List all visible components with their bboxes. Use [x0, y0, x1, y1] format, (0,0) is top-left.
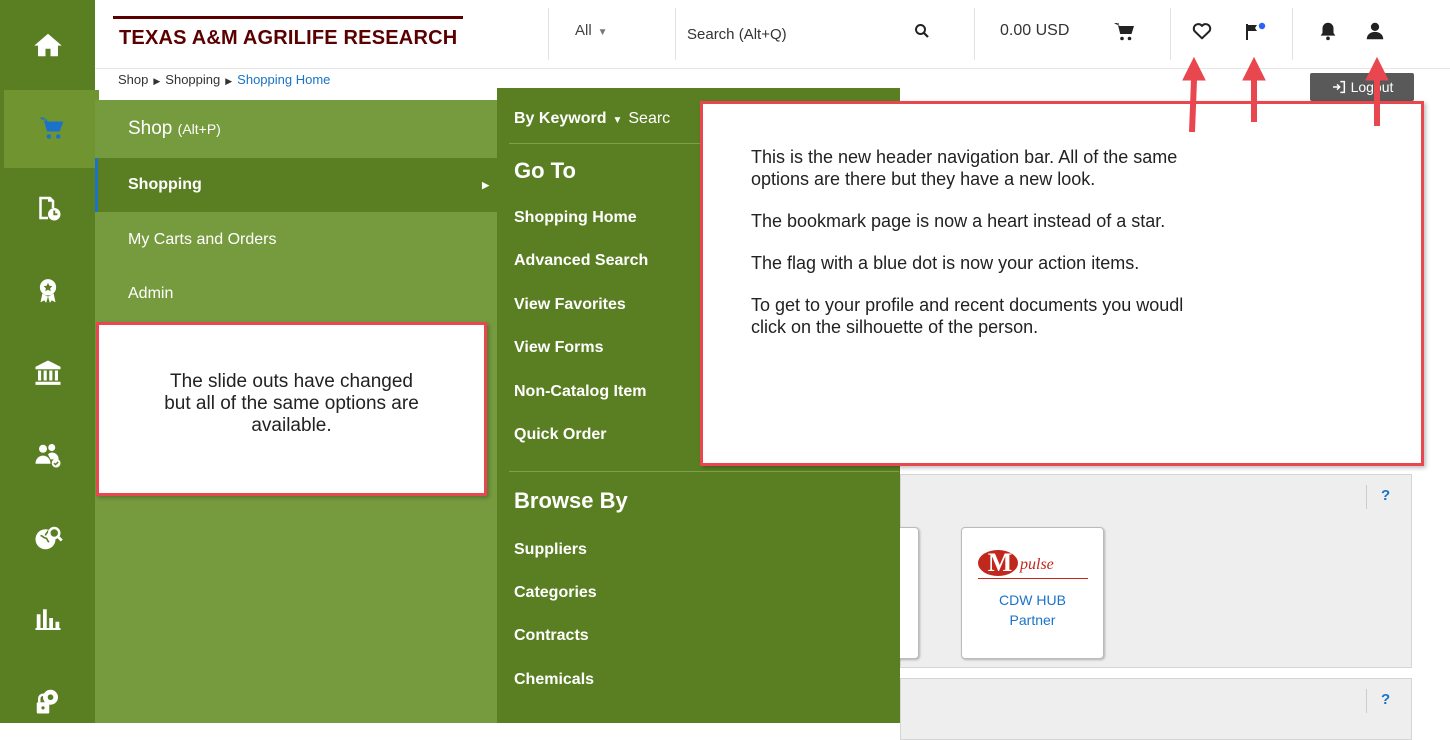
- link-categories[interactable]: Categories: [514, 584, 597, 602]
- breadcrumb: Shop ▶ Shopping ▶ Shopping Home: [118, 72, 330, 88]
- globe-search-icon: [35, 526, 63, 550]
- people-check-icon: [35, 444, 60, 468]
- menu-item-label: My Carts and Orders: [128, 231, 277, 248]
- home-icon: [33, 33, 62, 57]
- menu-item-my-carts-and-orders[interactable]: My Carts and Orders: [95, 213, 497, 267]
- search-scope-dropdown[interactable]: All ▼: [575, 22, 608, 39]
- documents-clock-icon: [38, 196, 60, 221]
- search-button[interactable]: [913, 22, 935, 44]
- browse-by-heading: Browse By: [514, 488, 628, 513]
- cdw-hub-tile[interactable]: M pulse CDW HUB Partner: [961, 527, 1104, 659]
- menu-item-admin[interactable]: Admin: [95, 267, 497, 321]
- breadcrumb-item[interactable]: Shop: [118, 72, 148, 87]
- divider: [509, 471, 899, 472]
- link-view-forms[interactable]: View Forms: [514, 339, 604, 357]
- mpulse-logo: M pulse: [978, 548, 1088, 580]
- link-contracts[interactable]: Contracts: [514, 627, 589, 645]
- awards-nav-button[interactable]: [0, 263, 95, 319]
- people-nav-button[interactable]: [0, 427, 95, 483]
- keyword-label: By Keyword: [514, 110, 607, 127]
- cart-icon: [39, 117, 63, 139]
- globe-search-nav-button[interactable]: [0, 510, 95, 566]
- link-quick-order[interactable]: Quick Order: [514, 426, 606, 444]
- shop-menu-hotkey: (Alt+P): [177, 121, 221, 137]
- admin-nav-button[interactable]: [0, 673, 95, 729]
- header-divider: [548, 8, 549, 60]
- breadcrumb-item[interactable]: Shopping: [165, 72, 220, 87]
- bank-icon: [35, 360, 60, 385]
- user-silhouette-icon: [1366, 22, 1384, 40]
- search-icon: [915, 24, 929, 38]
- divider: [1366, 689, 1367, 713]
- cart-button[interactable]: [1112, 20, 1138, 46]
- reports-nav-button[interactable]: [0, 590, 95, 646]
- header-annotation-callout: This is the new header navigation bar. A…: [700, 101, 1424, 466]
- link-view-favorites[interactable]: View Favorites: [514, 296, 626, 314]
- menu-item-label: Admin: [128, 285, 174, 302]
- chevron-right-icon: ▶: [482, 179, 489, 190]
- brand-logo[interactable]: TEXAS A&M AGRILIFE RESEARCH: [113, 16, 464, 57]
- link-suppliers[interactable]: Suppliers: [514, 541, 587, 559]
- link-chemicals[interactable]: Chemicals: [514, 671, 594, 689]
- breadcrumb-current: Shopping Home: [237, 72, 331, 87]
- arrowhead: [1365, 56, 1389, 81]
- link-shopping-home[interactable]: Shopping Home: [514, 209, 637, 227]
- settings-lock-icon: [36, 689, 58, 714]
- left-nav-rail: [0, 0, 99, 723]
- keyword-search-dropdown[interactable]: By Keyword ▼ Searc: [514, 110, 670, 128]
- caret-right-icon: ▶: [153, 76, 161, 86]
- link-advanced-search[interactable]: Advanced Search: [514, 252, 648, 270]
- goto-heading: Go To: [514, 158, 576, 183]
- menu-item-shopping[interactable]: Shopping ▶: [95, 158, 497, 212]
- shop-menu-header: Shop (Alt+P): [95, 100, 497, 158]
- chevron-down-icon: ▼: [597, 27, 608, 38]
- search-scope-label: All: [575, 22, 592, 39]
- pointer-arrows: [1182, 56, 1389, 133]
- bell-icon: [1320, 22, 1336, 41]
- arrowhead: [1242, 56, 1266, 81]
- cart-icon: [1114, 23, 1134, 41]
- arrow-to-heart: [1189, 79, 1197, 133]
- slideout-annotation-callout: The slide outs have changed but all of t…: [96, 322, 487, 496]
- content-panel: ?: [900, 678, 1412, 740]
- home-nav-button[interactable]: [0, 17, 95, 73]
- divider: [1366, 485, 1367, 509]
- caret-right-icon: ▶: [225, 76, 233, 86]
- heart-icon: [1192, 23, 1212, 40]
- header-annotation-text: This is the new header navigation bar. A…: [751, 147, 1184, 337]
- header-divider: [974, 8, 975, 60]
- shop-menu-title: Shop: [128, 118, 173, 139]
- content-panel: ? sualent M pulse CDW HUBPartner: [861, 474, 1412, 668]
- link-non-catalog-item[interactable]: Non-Catalog Item: [514, 383, 646, 401]
- help-icon[interactable]: ?: [1381, 691, 1390, 708]
- documents-nav-button[interactable]: [0, 180, 95, 236]
- bank-nav-button[interactable]: [0, 345, 95, 401]
- bar-chart-icon: [35, 609, 60, 630]
- chevron-down-icon: ▼: [612, 115, 623, 126]
- cdw-hub-name: CDW HUB Partner: [999, 592, 1066, 628]
- help-icon[interactable]: ?: [1381, 487, 1390, 504]
- arrowhead: [1182, 56, 1206, 81]
- shop-nav-button[interactable]: [0, 90, 99, 168]
- cart-total[interactable]: 0.00 USD: [1000, 22, 1069, 40]
- header-divider: [675, 8, 676, 60]
- award-icon: [39, 279, 56, 303]
- menu-item-label: Shopping: [128, 176, 202, 193]
- search-input[interactable]: [685, 16, 889, 52]
- keyword-search-label: Searc: [628, 110, 671, 127]
- slideout-annotation-text: The slide outs have changed but all of t…: [164, 371, 419, 436]
